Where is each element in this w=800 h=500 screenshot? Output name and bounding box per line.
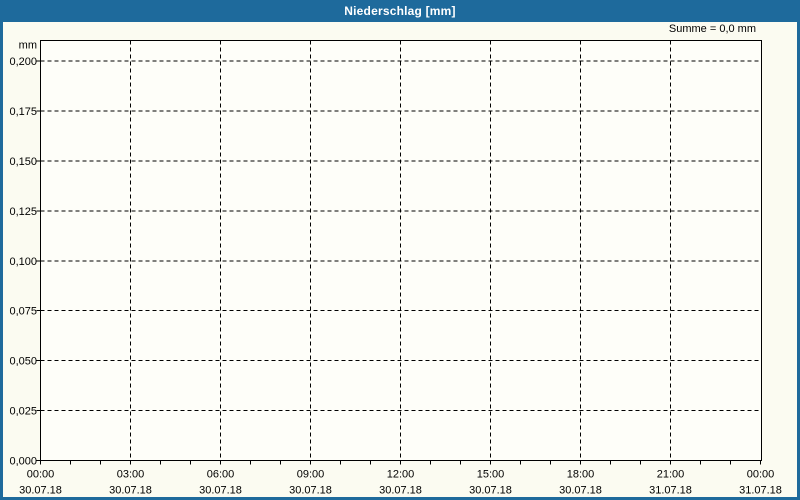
y-tick-label: 0,000	[9, 456, 37, 468]
x-tick-time-label: 21:00	[657, 469, 685, 481]
y-axis-labels: 0,000 0,025 0,050 0,075 0,100 0,125 0,150 0,175…	[9, 56, 41, 468]
x-axis-labels: 00:00 30.07.18 03:00 30.07.18 06:00 30.07.18 0…	[19, 469, 782, 497]
x-tick-time-label: 15:00	[477, 469, 505, 481]
x-tick-date-label: 30.07.18	[19, 485, 62, 497]
x-tick-time-label: 03:00	[117, 469, 145, 481]
x-tick-date-label: 30.07.18	[199, 485, 242, 497]
y-tick-label: 0,125	[9, 206, 37, 218]
x-tick-time-label: 00:00	[747, 469, 775, 481]
y-tick-label: 0,175	[9, 106, 37, 118]
y-tick-label: 0,025	[9, 406, 37, 418]
precipitation-chart-plot: 0,000 0,025 0,050 0,075 0,100 0,125 0,150 0,175…	[9, 40, 782, 497]
y-axis-unit-label: mm	[19, 40, 37, 52]
y-tick-label: 0,200	[9, 56, 37, 68]
y-tick-label: 0,100	[9, 256, 37, 268]
y-axis-unit: mm	[19, 40, 37, 52]
x-axis-minor-ticks	[40, 460, 761, 465]
x-tick-time-label: 12:00	[387, 469, 415, 481]
sum-annotation: Summe = 0,0 mm	[668, 23, 756, 35]
x-tick-date-label: 30.07.18	[559, 485, 602, 497]
x-tick-time-label: 06:00	[207, 469, 235, 481]
x-tick-date-label: 30.07.18	[109, 485, 152, 497]
x-tick-date-label: 30.07.18	[289, 485, 332, 497]
x-tick-time-label: 18:00	[567, 469, 595, 481]
y-tick-label: 0,050	[9, 356, 37, 368]
x-tick-time-label: 09:00	[297, 469, 325, 481]
x-tick-time-label: 00:00	[27, 469, 55, 481]
x-tick-date-label: 31.07.18	[649, 485, 692, 497]
x-tick-date-label: 31.07.18	[739, 485, 782, 497]
y-tick-label: 0,150	[9, 156, 37, 168]
x-tick-date-label: 30.07.18	[379, 485, 422, 497]
y-tick-label: 0,075	[9, 306, 37, 318]
chart-window: Niederschlag [mm] Summe = 0,0 mm 0,000 0,…	[0, 0, 800, 500]
x-tick-date-label: 30.07.18	[469, 485, 512, 497]
